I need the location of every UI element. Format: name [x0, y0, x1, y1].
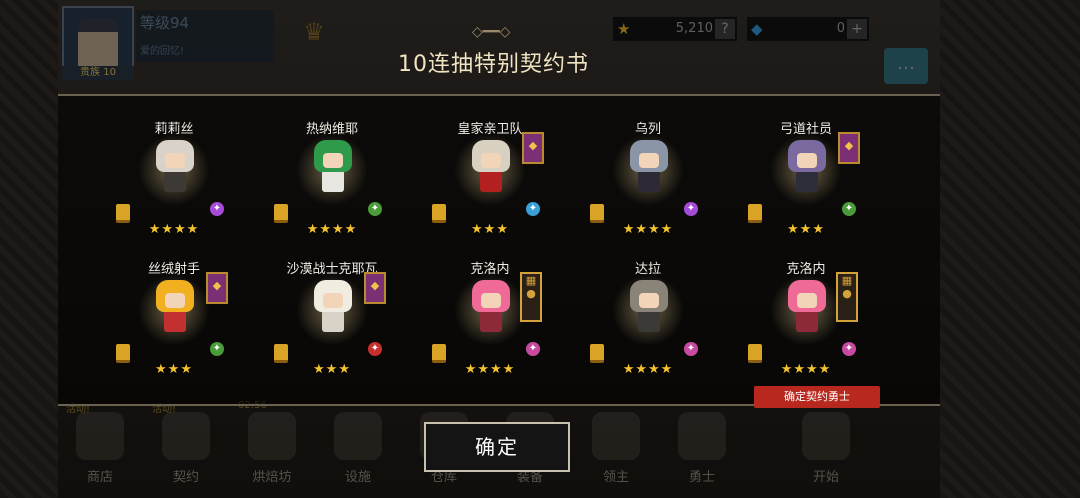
- hero-body: [480, 310, 502, 332]
- hero-sprite: [314, 140, 352, 198]
- scroll-icon: [590, 344, 604, 363]
- hero-body: [322, 170, 344, 192]
- star-rating: ★★★★: [622, 222, 674, 237]
- hero-card[interactable]: 热纳维耶 ✦ ★★★★: [262, 118, 402, 242]
- hero-sprite: [314, 280, 352, 338]
- confirm-button[interactable]: 确定: [424, 422, 570, 472]
- hero-sprite: [630, 280, 668, 338]
- element-icon: ✦: [210, 202, 224, 216]
- hero-face: [639, 153, 659, 168]
- hero-card[interactable]: 沙漠战士克耶瓦 ◆ ✦ ★★★: [262, 258, 402, 382]
- hero-sprite: [472, 140, 510, 198]
- rare-banner-icon: ◆: [522, 132, 544, 164]
- hero-body: [480, 170, 502, 192]
- title-ornament-icon: ◇━━◇: [472, 24, 511, 40]
- guild-banner-icon: ▦ ●: [836, 272, 858, 322]
- hero-sprite: [630, 140, 668, 198]
- hero-face: [481, 153, 501, 168]
- scroll-icon: [116, 204, 130, 223]
- star-rating: ★★★: [313, 362, 351, 377]
- scroll-icon: [590, 204, 604, 223]
- element-icon: ✦: [526, 342, 540, 356]
- scroll-icon: [116, 344, 130, 363]
- star-rating: ★★★★: [148, 222, 200, 237]
- hero-face: [797, 153, 817, 168]
- hero-card[interactable]: 莉莉丝 ✦ ★★★★: [104, 118, 244, 242]
- confirmed-hero-tag: 确定契约勇士: [754, 386, 880, 408]
- scroll-icon: [432, 204, 446, 223]
- hero-sprite: [788, 280, 826, 338]
- hero-body: [164, 170, 186, 192]
- scroll-icon: [274, 344, 288, 363]
- hero-card[interactable]: 克洛内 ▦ ● ✦ ★★★★: [736, 258, 876, 382]
- hero-face: [323, 293, 343, 308]
- hero-card[interactable]: 克洛内 ▦ ● ✦ ★★★★: [420, 258, 560, 382]
- hero-body: [638, 310, 660, 332]
- element-icon: ✦: [368, 342, 382, 356]
- hero-card[interactable]: 皇家亲卫队 ◆ ✦ ★★★: [420, 118, 560, 242]
- hero-face: [165, 153, 185, 168]
- hero-sprite: [156, 140, 194, 198]
- element-icon: ✦: [526, 202, 540, 216]
- element-icon: ✦: [684, 202, 698, 216]
- scroll-icon: [748, 204, 762, 223]
- scroll-icon: [274, 204, 288, 223]
- hero-face: [481, 293, 501, 308]
- hero-body: [796, 170, 818, 192]
- element-icon: ✦: [684, 342, 698, 356]
- hero-card[interactable]: 弓道社员 ◆ ✦ ★★★: [736, 118, 876, 242]
- star-rating: ★★★: [471, 222, 509, 237]
- hero-body: [164, 310, 186, 332]
- scroll-icon: [748, 344, 762, 363]
- element-icon: ✦: [842, 202, 856, 216]
- hero-face: [165, 293, 185, 308]
- hero-card[interactable]: 乌列 ✦ ★★★★: [578, 118, 718, 242]
- rare-banner-icon: ◆: [838, 132, 860, 164]
- element-icon: ✦: [368, 202, 382, 216]
- hero-body: [796, 310, 818, 332]
- hero-sprite: [156, 280, 194, 338]
- star-rating: ★★★★: [780, 362, 832, 377]
- hero-card[interactable]: 达拉 ✦ ★★★★: [578, 258, 718, 382]
- hero-body: [322, 310, 344, 332]
- star-rating: ★★★: [787, 222, 825, 237]
- rare-banner-icon: ◆: [206, 272, 228, 304]
- modal-title: 10连抽特别契约书: [398, 52, 589, 77]
- hero-sprite: [788, 140, 826, 198]
- element-icon: ✦: [210, 342, 224, 356]
- hero-face: [323, 153, 343, 168]
- guild-banner-icon: ▦ ●: [520, 272, 542, 322]
- star-rating: ★★★: [155, 362, 193, 377]
- star-rating: ★★★★: [622, 362, 674, 377]
- rare-banner-icon: ◆: [364, 272, 386, 304]
- scroll-icon: [432, 344, 446, 363]
- hero-face: [797, 293, 817, 308]
- hero-body: [638, 170, 660, 192]
- hero-sprite: [472, 280, 510, 338]
- hero-card[interactable]: 丝绒射手 ◆ ✦ ★★★: [104, 258, 244, 382]
- hero-face: [639, 293, 659, 308]
- element-icon: ✦: [842, 342, 856, 356]
- star-rating: ★★★★: [306, 222, 358, 237]
- star-rating: ★★★★: [464, 362, 516, 377]
